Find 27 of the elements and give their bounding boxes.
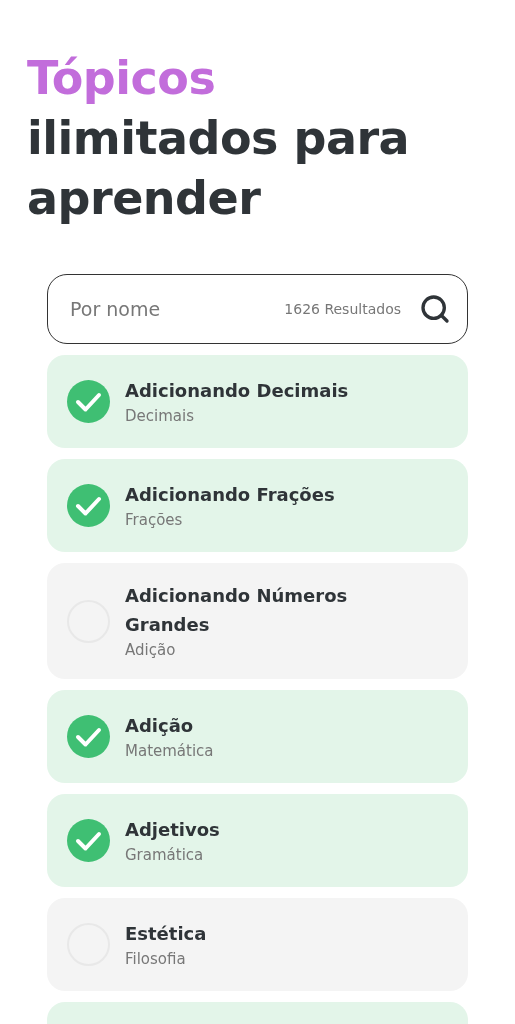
check-icon	[67, 715, 110, 758]
topic-title: Adição	[125, 714, 195, 738]
topic-card[interactable]: Adicionando Frações Frações	[47, 459, 468, 552]
check-icon	[67, 380, 110, 423]
topic-card[interactable]: Adicionando Números Grandes Adição	[47, 563, 468, 679]
topic-title: Adicionando Decimais	[125, 379, 349, 403]
heading-text: ilimitados para aprender	[27, 110, 411, 227]
topic-category: Decimais	[125, 406, 195, 427]
topic-title: Adicionando Números Grandes	[125, 584, 349, 637]
topic-card[interactable]: Adjetivos Gramática	[47, 794, 468, 887]
topic-title: Adicionando Frações	[125, 483, 335, 507]
topic-category: Adição	[125, 640, 177, 661]
topic-title: Adjetivos	[125, 818, 220, 842]
topic-title: Estética	[125, 922, 207, 946]
heading-highlight: Tópicos	[27, 50, 217, 107]
search-icon[interactable]	[419, 293, 451, 325]
topic-card[interactable]: Adicionando Decimais Decimais	[47, 355, 468, 448]
topic-card[interactable]: Estética Filosofia	[47, 898, 468, 991]
topic-category: Filosofia	[125, 949, 187, 970]
search-field[interactable]: Por nome	[70, 294, 285, 324]
check-icon	[67, 484, 110, 527]
results-count: 1626 Resultados	[284, 299, 401, 319]
topic-category: Frações	[125, 510, 184, 531]
topic-category: Gramática	[125, 845, 205, 866]
topic-category: Matemática	[125, 741, 214, 762]
topic-card[interactable]: Adição Matemática	[47, 690, 468, 783]
check-icon	[67, 819, 110, 862]
